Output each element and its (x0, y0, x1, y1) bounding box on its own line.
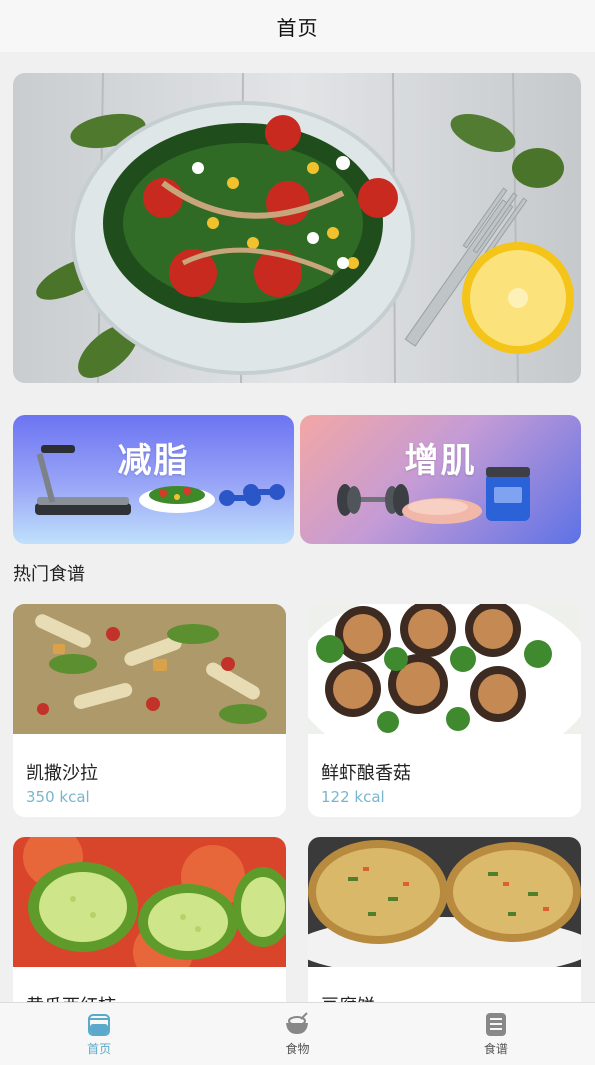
recipe-name: 鲜虾酿香菇 (321, 763, 411, 784)
recipe-calories: 122 kcal (321, 788, 385, 806)
tab-home-label: 首页 (87, 1042, 112, 1056)
list-icon (485, 1013, 506, 1036)
recipe-card[interactable]: 鲜虾酿香菇 122 kcal (308, 604, 581, 817)
recipe-name: 凯撒沙拉 (26, 763, 98, 784)
cup-icon (88, 1014, 111, 1036)
category-fat-loss-label: 减脂 (117, 441, 190, 481)
recipe-image (308, 837, 581, 967)
recipe-image (308, 604, 581, 734)
category-muscle-gain-label: 增肌 (404, 441, 477, 481)
banner-salad-image[interactable] (13, 73, 581, 383)
bowl-icon (286, 1012, 309, 1034)
category-fat-loss-card[interactable]: 减脂 (13, 415, 294, 544)
tab-food[interactable]: 食物 (198, 1003, 396, 1065)
recipe-calories: 350 kcal (26, 788, 90, 806)
recipe-image (13, 837, 286, 967)
salad-plate-icon (139, 486, 215, 513)
category-muscle-gain-card[interactable]: 增肌 (300, 415, 581, 544)
chicken-breast-icon (402, 498, 482, 524)
bottom-tab-bar: 首页 食物 食谱 (0, 1002, 595, 1065)
tab-food-label: 食物 (285, 1042, 310, 1056)
top-bar: 首页 (0, 0, 595, 52)
barbell-icon (337, 484, 409, 516)
hot-recipes-heading: 热门食谱 (13, 564, 85, 585)
dumbbell-icon (219, 484, 285, 506)
tab-recipes-label: 食谱 (483, 1042, 508, 1056)
recipe-card[interactable]: 凯撒沙拉 350 kcal (13, 604, 286, 817)
page-title: 首页 (276, 15, 319, 40)
tab-home[interactable]: 首页 (0, 1003, 198, 1065)
recipe-image (13, 604, 286, 734)
tab-recipes[interactable]: 食谱 (397, 1003, 595, 1065)
